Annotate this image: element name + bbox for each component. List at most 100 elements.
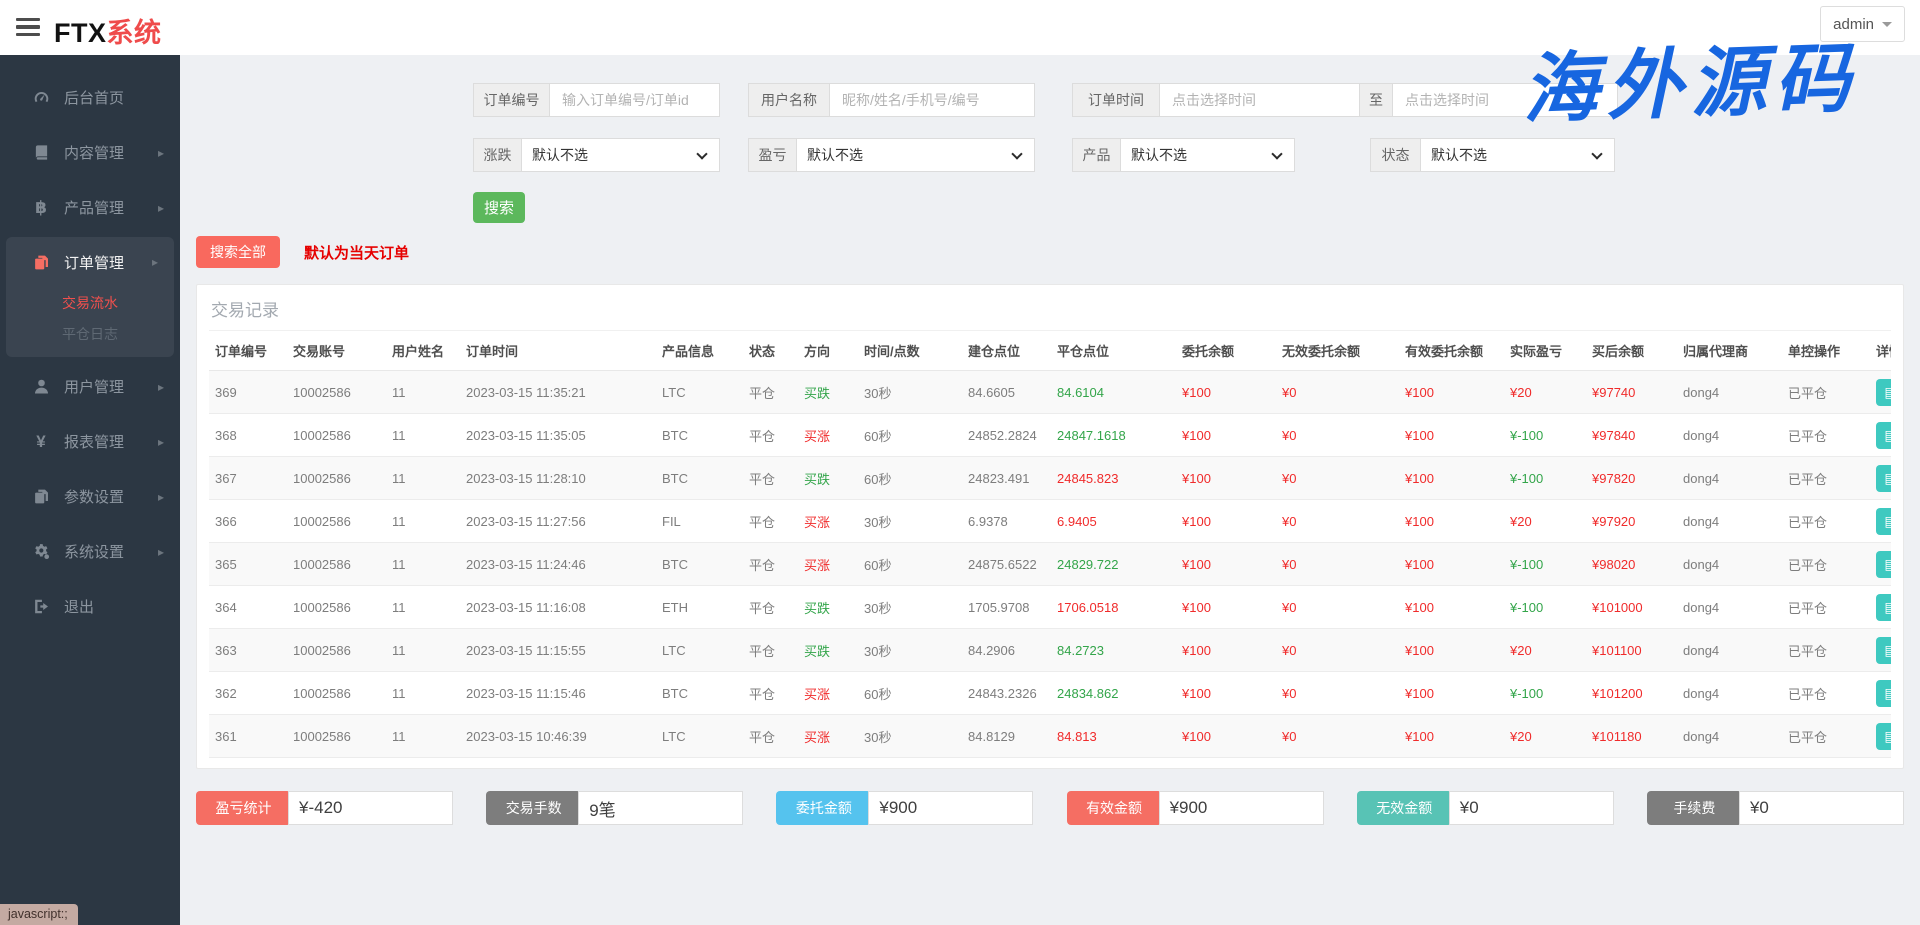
- cell-invalid-entrust: ¥0: [1276, 500, 1399, 543]
- sidebar-item-orders[interactable]: 订单管理▸: [6, 237, 174, 287]
- updown-select[interactable]: 默认不选: [522, 138, 720, 172]
- menu-toggle-icon[interactable]: [16, 18, 42, 38]
- order-no-filter: 订单编号: [473, 83, 720, 117]
- time-to-input[interactable]: [1393, 83, 1618, 117]
- detail-button[interactable]: ▤: [1876, 723, 1891, 750]
- cell-direction: 买涨: [798, 543, 858, 586]
- list-icon: ▤: [1884, 427, 1891, 444]
- detail-button[interactable]: ▤: [1876, 465, 1891, 492]
- cell-order-id: 367: [209, 457, 287, 500]
- cell-open-point: 84.8129: [962, 715, 1051, 758]
- sidebar-item-label: 参数设置: [64, 486, 124, 507]
- cell-direction: 买跌: [798, 371, 858, 414]
- detail-button[interactable]: ▤: [1876, 637, 1891, 664]
- cell-entrust-balance: ¥100: [1176, 715, 1276, 758]
- cell-direction: 买涨: [798, 715, 858, 758]
- summary-label: 委托金额: [776, 791, 871, 825]
- profit-label: 盈亏: [748, 138, 797, 172]
- main-content: 订单编号 用户名称 订单时间 至 涨跌 默认不选: [180, 55, 1920, 925]
- summary-value[interactable]: ¥900: [868, 791, 1033, 825]
- sidebar-item-label: 退出: [64, 596, 94, 617]
- summary-value[interactable]: ¥-420: [288, 791, 453, 825]
- table-row: 36710002586112023-03-15 11:28:10BTC平仓买跌6…: [209, 457, 1891, 500]
- detail-button[interactable]: ▤: [1876, 594, 1891, 621]
- cell-order-time: 2023-03-15 11:35:21: [460, 371, 656, 414]
- summary-value[interactable]: ¥900: [1159, 791, 1324, 825]
- summary-value[interactable]: 9笔: [578, 791, 743, 825]
- yen-icon: ¥: [30, 432, 52, 452]
- table-row: 36910002586112023-03-15 11:35:21LTC平仓买跌3…: [209, 371, 1891, 414]
- column-header: 用户姓名: [386, 331, 460, 371]
- column-header: 平仓点位: [1051, 331, 1176, 371]
- cell-entrust-balance: ¥100: [1176, 672, 1276, 715]
- detail-button[interactable]: ▤: [1876, 422, 1891, 449]
- app-logo: FTX系统: [54, 11, 162, 50]
- sidebar-subitem-trade-flow[interactable]: 交易流水: [6, 287, 174, 318]
- cell-balance-after: ¥101000: [1586, 586, 1677, 629]
- cell-direction: 买涨: [798, 500, 858, 543]
- sidebar-item-products[interactable]: ฿产品管理▸: [0, 180, 180, 235]
- order-no-input[interactable]: [550, 83, 720, 117]
- status-select-value: 默认不选: [1431, 145, 1487, 165]
- user-menu-label: admin: [1833, 16, 1874, 33]
- cell-open-point: 84.6605: [962, 371, 1051, 414]
- summary-value[interactable]: ¥0: [1449, 791, 1614, 825]
- header: FTX系统 admin: [0, 0, 1920, 55]
- cell-entrust-balance: ¥100: [1176, 629, 1276, 672]
- updown-select-value: 默认不选: [532, 145, 588, 165]
- table-row: 36110002586112023-03-15 10:46:39LTC平仓买涨3…: [209, 715, 1891, 758]
- list-icon: ▤: [1884, 685, 1891, 702]
- sidebar-item-params[interactable]: 参数设置▸: [0, 469, 180, 524]
- detail-button[interactable]: ▤: [1876, 508, 1891, 535]
- column-header: 订单编号: [209, 331, 287, 371]
- search-button[interactable]: 搜索: [473, 192, 525, 223]
- column-header: 交易账号: [287, 331, 386, 371]
- sidebar-item-logout[interactable]: 退出: [0, 579, 180, 634]
- time-from-input[interactable]: [1160, 83, 1360, 117]
- product-select[interactable]: 默认不选: [1121, 138, 1295, 172]
- cell-account: 10002586: [287, 543, 386, 586]
- cell-invalid-entrust: ¥0: [1276, 586, 1399, 629]
- list-icon: ▤: [1884, 513, 1891, 530]
- summary-label: 无效金额: [1357, 791, 1452, 825]
- list-icon: ▤: [1884, 642, 1891, 659]
- sidebar-item-label: 系统设置: [64, 541, 124, 562]
- user-name-input[interactable]: [830, 83, 1035, 117]
- cell-status: 平仓: [743, 586, 798, 629]
- sidebar-item-users[interactable]: 用户管理▸: [0, 359, 180, 414]
- cell-order-id: 364: [209, 586, 287, 629]
- cell-invalid-entrust: ¥0: [1276, 371, 1399, 414]
- sidebar-item-content[interactable]: 内容管理▸: [0, 125, 180, 180]
- cell-valid-entrust: ¥100: [1399, 414, 1504, 457]
- cell-status: 平仓: [743, 543, 798, 586]
- cell-user-name: 11: [386, 371, 460, 414]
- cell-product: BTC: [656, 457, 743, 500]
- cell-profit: ¥-100: [1504, 457, 1586, 500]
- cell-detail: ▤: [1870, 457, 1891, 500]
- column-header: 方向: [798, 331, 858, 371]
- sidebar-item-system[interactable]: 系统设置▸: [0, 524, 180, 579]
- user-menu-button[interactable]: admin: [1820, 6, 1905, 42]
- cell-product: LTC: [656, 629, 743, 672]
- chevron-down-icon: [1271, 148, 1282, 159]
- cell-agent: dong4: [1677, 500, 1782, 543]
- detail-button[interactable]: ▤: [1876, 379, 1891, 406]
- cell-balance-after: ¥101100: [1586, 629, 1677, 672]
- sidebar-item-reports[interactable]: ¥报表管理▸: [0, 414, 180, 469]
- cell-open-point: 24843.2326: [962, 672, 1051, 715]
- cell-valid-entrust: ¥100: [1399, 371, 1504, 414]
- search-all-button[interactable]: 搜索全部: [196, 236, 280, 268]
- sidebar-subitem-close-log[interactable]: 平仓日志: [6, 318, 174, 349]
- cell-order-time: 2023-03-15 11:16:08: [460, 586, 656, 629]
- status-select[interactable]: 默认不选: [1421, 138, 1615, 172]
- detail-button[interactable]: ▤: [1876, 680, 1891, 707]
- profit-select[interactable]: 默认不选: [797, 138, 1035, 172]
- cell-agent: dong4: [1677, 543, 1782, 586]
- list-icon: ▤: [1884, 556, 1891, 573]
- cell-agent: dong4: [1677, 715, 1782, 758]
- sidebar-item-dashboard[interactable]: 后台首页: [0, 70, 180, 125]
- cell-balance-after: ¥98020: [1586, 543, 1677, 586]
- detail-button[interactable]: ▤: [1876, 551, 1891, 578]
- summary-value[interactable]: ¥0: [1739, 791, 1904, 825]
- sidebar-item-label: 用户管理: [64, 376, 124, 397]
